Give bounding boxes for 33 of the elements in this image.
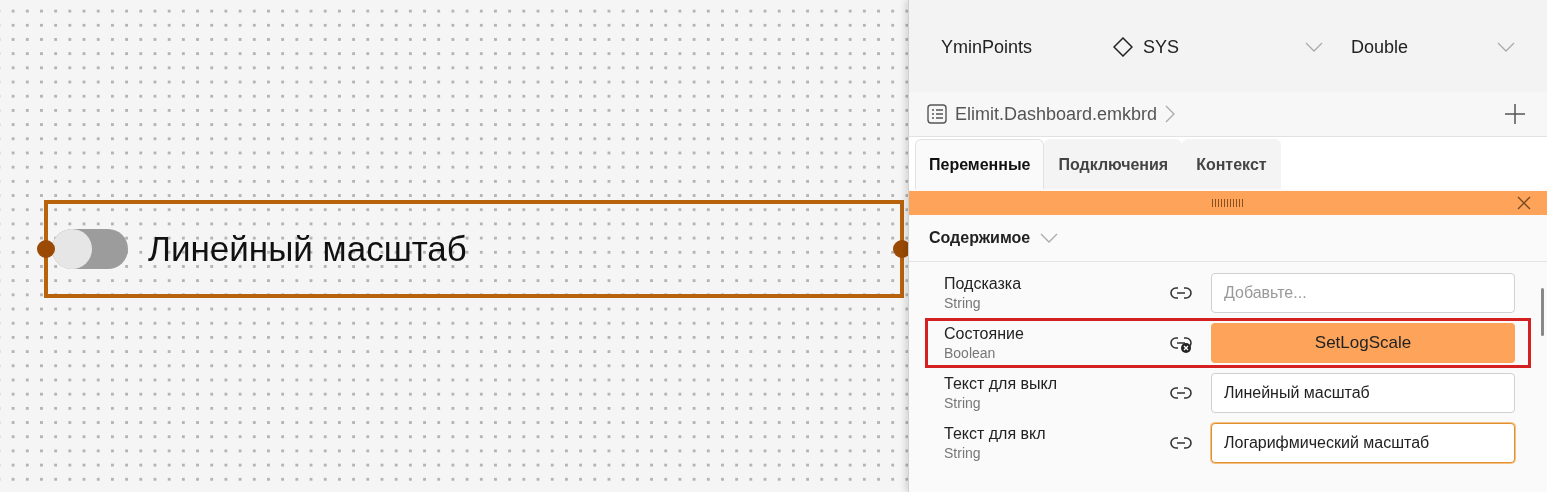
property-type: String xyxy=(944,395,982,411)
text-field[interactable]: Добавьте... xyxy=(1211,273,1515,313)
property-name: Текст для выкл xyxy=(944,375,1059,393)
type-dropdown[interactable]: Double xyxy=(1351,36,1497,58)
breadcrumb-item[interactable]: Elimit.Dashboard.emkbrd xyxy=(955,103,1158,125)
document-icon xyxy=(927,104,947,124)
section-title[interactable]: Содержимое xyxy=(929,229,1031,247)
toggle-switch[interactable] xyxy=(52,229,128,269)
diamond-icon xyxy=(1113,37,1133,57)
tab[interactable]: Подключения xyxy=(1044,139,1183,189)
chevron-right-icon[interactable] xyxy=(1165,105,1176,123)
drag-handle-icon[interactable] xyxy=(1212,199,1244,207)
chevron-down-icon[interactable] xyxy=(1040,233,1059,243)
tab[interactable]: Переменные xyxy=(915,139,1045,189)
text-field[interactable]: Линейный масштаб xyxy=(1211,373,1515,413)
tab[interactable]: Контекст xyxy=(1182,139,1281,189)
scope-dropdown[interactable]: SYS xyxy=(1143,36,1305,58)
variable-name: YminPoints xyxy=(941,36,1034,58)
plus-icon[interactable] xyxy=(1505,104,1525,124)
connection-handle[interactable] xyxy=(37,240,55,258)
close-icon[interactable] xyxy=(1517,196,1531,210)
property-name: Подсказка xyxy=(944,275,1023,293)
property-name: Текст для вкл xyxy=(944,425,1047,443)
property-type: String xyxy=(944,445,982,461)
property-type: Boolean xyxy=(944,345,997,361)
property-type: String xyxy=(944,295,982,311)
text-field[interactable]: Логарифмический масштаб xyxy=(1211,423,1515,463)
toggle-widget[interactable]: Линейный масштаб xyxy=(44,200,904,298)
property-name: Состояние xyxy=(944,325,1025,343)
chevron-down-icon[interactable] xyxy=(1497,42,1515,52)
chevron-down-icon[interactable] xyxy=(1305,42,1323,52)
binding-button[interactable]: SetLogScale xyxy=(1211,323,1515,363)
toggle-label: Линейный масштаб xyxy=(148,229,467,269)
